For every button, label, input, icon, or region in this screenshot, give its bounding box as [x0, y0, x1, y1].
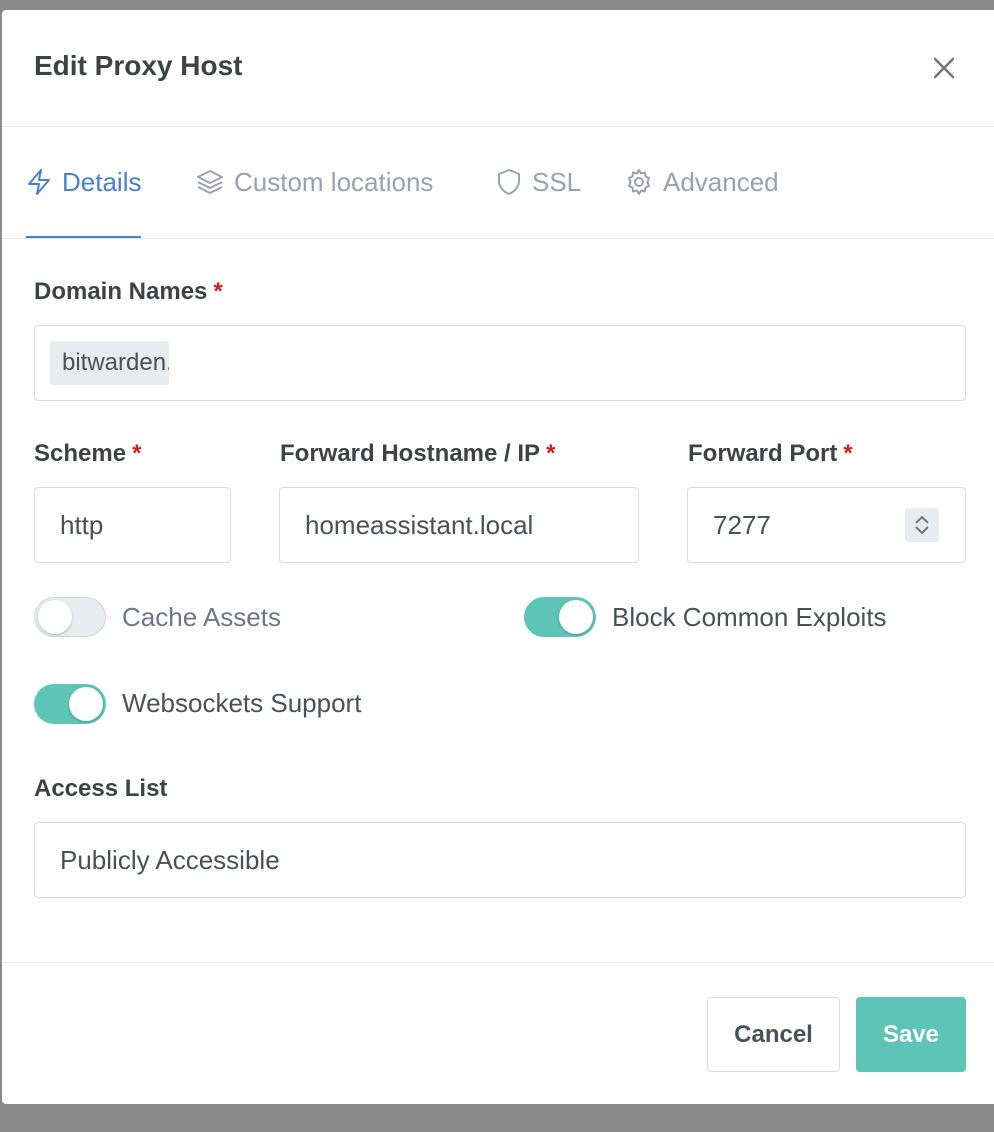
- cancel-button[interactable]: Cancel: [707, 997, 840, 1072]
- cache-assets-toggle[interactable]: [34, 597, 106, 637]
- tab-custom-locations[interactable]: Custom locations: [196, 127, 433, 237]
- forward-hostname-label: Forward Hostname / IP *: [280, 440, 555, 468]
- scheme-label-text: Scheme: [34, 440, 127, 467]
- block-common-exploits-label: Block Common Exploits: [612, 602, 887, 632]
- scheme-input[interactable]: http: [34, 487, 231, 563]
- forward-hostname-value: homeassistant.local: [305, 509, 534, 540]
- required-mark: *: [132, 440, 142, 467]
- tab-ssl[interactable]: SSL: [496, 127, 581, 237]
- tab-ssl-label: SSL: [532, 166, 582, 197]
- gear-icon: [628, 169, 650, 195]
- access-list-value: Publicly Accessible: [60, 844, 280, 875]
- required-mark: *: [843, 440, 853, 467]
- domain-names-label-text: Domain Names: [34, 278, 208, 305]
- bolt-icon: [28, 169, 50, 195]
- tab-details-label: Details: [62, 166, 142, 197]
- close-icon: [933, 57, 955, 79]
- required-mark: *: [213, 278, 223, 305]
- required-mark: *: [546, 440, 556, 467]
- tab-bar: Details Custom locations SSL Advanced: [2, 127, 994, 239]
- shield-icon: [498, 169, 520, 195]
- layers-icon: [197, 170, 223, 194]
- forward-port-value: 7277: [713, 509, 771, 540]
- tab-details[interactable]: Details: [26, 127, 142, 238]
- forward-port-label-text: Forward Port: [688, 440, 838, 467]
- domain-tag[interactable]: bitwarden.d: [50, 341, 169, 385]
- tab-custom-locations-label: Custom locations: [234, 166, 434, 197]
- modal-title: Edit Proxy Host: [34, 50, 243, 81]
- tab-advanced[interactable]: Advanced: [625, 127, 779, 237]
- forward-hostname-label-text: Forward Hostname / IP: [280, 440, 541, 467]
- scheme-label: Scheme *: [34, 440, 141, 468]
- edit-proxy-host-modal: Edit Proxy Host Details Custom locations: [2, 10, 994, 1104]
- tab-advanced-label: Advanced: [663, 166, 779, 197]
- block-common-exploits-toggle[interactable]: [524, 597, 596, 637]
- toggle-knob: [559, 600, 593, 634]
- scheme-value: http: [60, 509, 104, 540]
- access-list-label: Access List: [34, 775, 168, 802]
- chevron-down-icon: [915, 526, 929, 535]
- forward-port-input[interactable]: 7277: [687, 487, 966, 563]
- forward-hostname-input[interactable]: homeassistant.local: [279, 487, 639, 563]
- cache-assets-label: Cache Assets: [122, 602, 281, 632]
- toggle-knob: [38, 600, 72, 634]
- toggle-knob: [69, 687, 103, 721]
- websockets-support-label: Websockets Support: [122, 688, 362, 718]
- modal-footer: Cancel Save: [2, 962, 994, 1104]
- save-button[interactable]: Save: [856, 997, 966, 1072]
- domain-names-label: Domain Names *: [34, 278, 223, 306]
- modal-header: Edit Proxy Host: [2, 10, 994, 127]
- websockets-support-toggle[interactable]: [34, 684, 106, 724]
- close-button[interactable]: [930, 54, 958, 82]
- access-list-select[interactable]: Publicly Accessible: [34, 822, 966, 898]
- domain-names-input[interactable]: bitwarden.d: [34, 325, 966, 401]
- forward-port-label: Forward Port *: [688, 440, 853, 468]
- chevron-up-icon: [915, 515, 929, 524]
- number-spinner[interactable]: [905, 508, 939, 542]
